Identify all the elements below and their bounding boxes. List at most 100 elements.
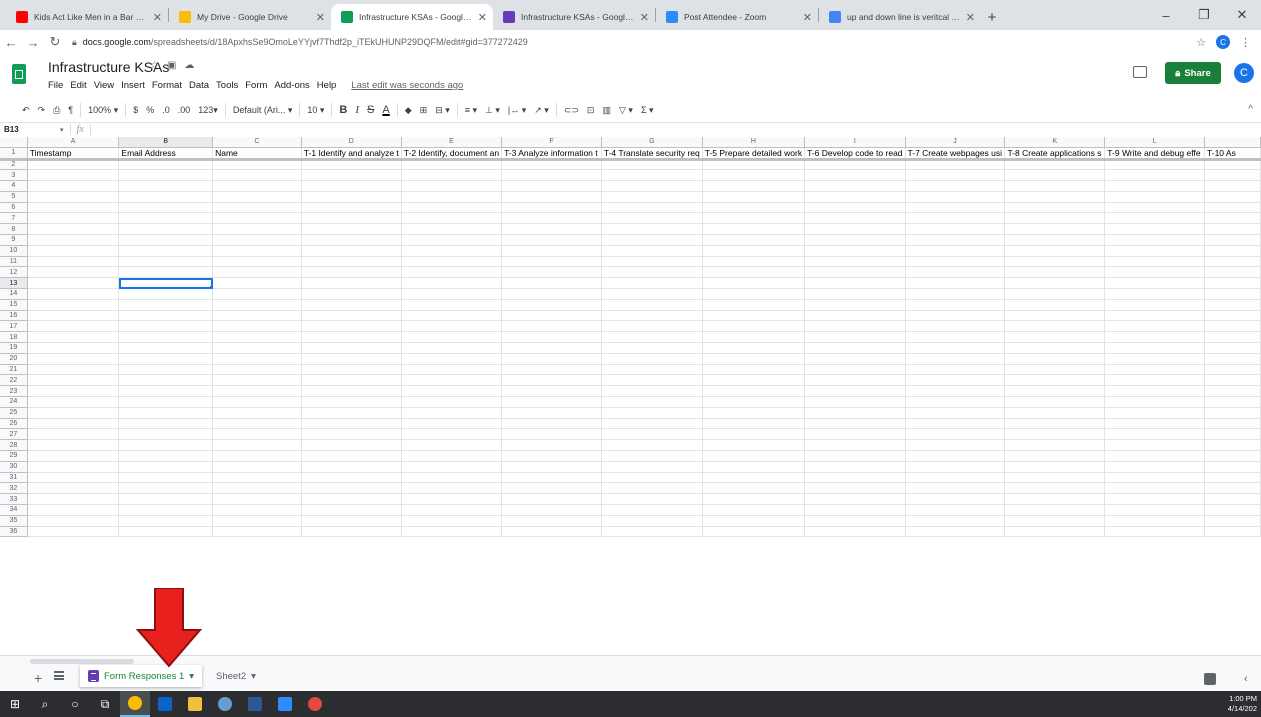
cell[interactable] xyxy=(804,385,906,398)
cell[interactable] xyxy=(905,212,1006,225)
cell[interactable] xyxy=(212,439,302,452)
row-header[interactable]: 10 xyxy=(0,245,28,257)
menu-view[interactable]: View xyxy=(94,80,114,91)
cell[interactable] xyxy=(118,396,214,408)
text-rotate-icon[interactable]: ↗ ▾ xyxy=(530,105,553,116)
cell[interactable] xyxy=(401,407,503,419)
cell[interactable] xyxy=(27,256,120,268)
cell[interactable] xyxy=(401,191,503,203)
cell[interactable] xyxy=(1004,256,1106,268)
row-header[interactable]: 23 xyxy=(0,385,28,398)
cell[interactable] xyxy=(1004,439,1106,452)
cell[interactable] xyxy=(1104,223,1206,236)
cell[interactable] xyxy=(118,169,214,182)
cell[interactable] xyxy=(1104,407,1206,419)
cell[interactable] xyxy=(702,180,806,192)
cell[interactable] xyxy=(27,331,120,344)
cell[interactable]: T-4 Translate security req xyxy=(601,147,703,161)
row-header[interactable]: 20 xyxy=(0,353,28,365)
cell[interactable] xyxy=(301,320,402,333)
close-tab-icon[interactable]: ✕ xyxy=(153,11,162,24)
cell[interactable] xyxy=(27,364,120,376)
cell[interactable] xyxy=(1204,191,1261,203)
cell[interactable] xyxy=(905,461,1006,473)
cell[interactable] xyxy=(601,234,703,246)
cell[interactable] xyxy=(212,277,302,290)
cell[interactable] xyxy=(1104,493,1206,505)
cell[interactable] xyxy=(401,439,503,452)
row-header[interactable]: 22 xyxy=(0,374,28,387)
cell[interactable] xyxy=(905,493,1006,505)
cell[interactable] xyxy=(1204,266,1261,279)
row-header[interactable]: 28 xyxy=(0,439,28,452)
cell[interactable] xyxy=(27,472,120,484)
cell[interactable] xyxy=(501,418,602,430)
close-tab-icon[interactable]: ✕ xyxy=(316,11,325,24)
row-header[interactable]: 9 xyxy=(0,234,28,246)
cell[interactable] xyxy=(1004,353,1106,365)
browser-tab[interactable]: up and down line is veritcal or ho ✕ xyxy=(819,4,981,30)
column-header[interactable]: E xyxy=(401,137,503,148)
cell[interactable] xyxy=(501,342,602,354)
cell[interactable] xyxy=(212,472,302,484)
cell[interactable] xyxy=(601,364,703,376)
menu-data[interactable]: Data xyxy=(189,80,209,91)
cell[interactable]: T-3 Analyze information t xyxy=(501,147,602,161)
cell[interactable] xyxy=(401,234,503,246)
cell[interactable] xyxy=(702,504,806,516)
cell[interactable] xyxy=(905,342,1006,354)
cell[interactable] xyxy=(804,159,906,171)
cell[interactable] xyxy=(1204,385,1261,398)
cell[interactable] xyxy=(27,277,120,290)
cell[interactable] xyxy=(905,266,1006,279)
cell[interactable] xyxy=(804,331,906,344)
cell[interactable] xyxy=(1004,169,1106,182)
cell[interactable] xyxy=(301,342,402,354)
zoom-select[interactable]: 100% ▾ xyxy=(84,105,122,116)
row-header[interactable]: 27 xyxy=(0,428,28,441)
cell[interactable] xyxy=(804,234,906,246)
cell[interactable] xyxy=(905,526,1006,538)
cell[interactable] xyxy=(702,299,806,311)
row-header[interactable]: 30 xyxy=(0,461,28,473)
cell[interactable] xyxy=(601,353,703,365)
row-header[interactable]: 14 xyxy=(0,288,28,300)
cell[interactable] xyxy=(702,396,806,408)
row-header[interactable]: 25 xyxy=(0,407,28,419)
cell[interactable] xyxy=(1204,180,1261,192)
cell[interactable] xyxy=(212,223,302,236)
cell[interactable] xyxy=(1004,526,1106,538)
bookmark-star-icon[interactable]: ☆ xyxy=(1196,36,1206,49)
cell[interactable] xyxy=(702,202,806,214)
name-box-dropdown-icon[interactable]: ▾ xyxy=(60,126,64,134)
cell[interactable]: T-1 Identify and analyze t xyxy=(301,147,402,161)
cell[interactable] xyxy=(27,234,120,246)
cell[interactable] xyxy=(1104,526,1206,538)
cell[interactable] xyxy=(27,159,120,171)
browser-tab[interactable]: Infrastructure KSAs - Google She ✕ xyxy=(331,4,493,30)
undo-icon[interactable]: ↶ xyxy=(18,105,34,116)
cell[interactable] xyxy=(301,353,402,365)
task-view-icon[interactable]: ⧉ xyxy=(90,691,120,717)
cell[interactable] xyxy=(804,418,906,430)
cell[interactable] xyxy=(501,288,602,300)
cell[interactable] xyxy=(905,418,1006,430)
url-field[interactable]: 🔒︎ docs.google.com/spreadsheets/d/18Apxh… xyxy=(72,32,1191,52)
cell[interactable] xyxy=(301,461,402,473)
cell[interactable] xyxy=(27,526,120,538)
cell[interactable] xyxy=(905,320,1006,333)
cell[interactable] xyxy=(27,299,120,311)
cell[interactable] xyxy=(118,299,214,311)
cell[interactable] xyxy=(212,202,302,214)
cell[interactable] xyxy=(702,223,806,236)
cell[interactable] xyxy=(27,515,120,527)
name-box[interactable]: B13 xyxy=(0,125,60,134)
cell[interactable] xyxy=(212,320,302,333)
cell[interactable] xyxy=(301,277,402,290)
cell[interactable] xyxy=(501,461,602,473)
cell[interactable] xyxy=(1204,353,1261,365)
cell[interactable]: T-9 Write and debug effe xyxy=(1104,147,1206,161)
cell[interactable] xyxy=(1004,299,1106,311)
profile-avatar[interactable]: C xyxy=(1216,35,1230,49)
insert-link-icon[interactable]: ⊂⊃ xyxy=(560,105,583,116)
